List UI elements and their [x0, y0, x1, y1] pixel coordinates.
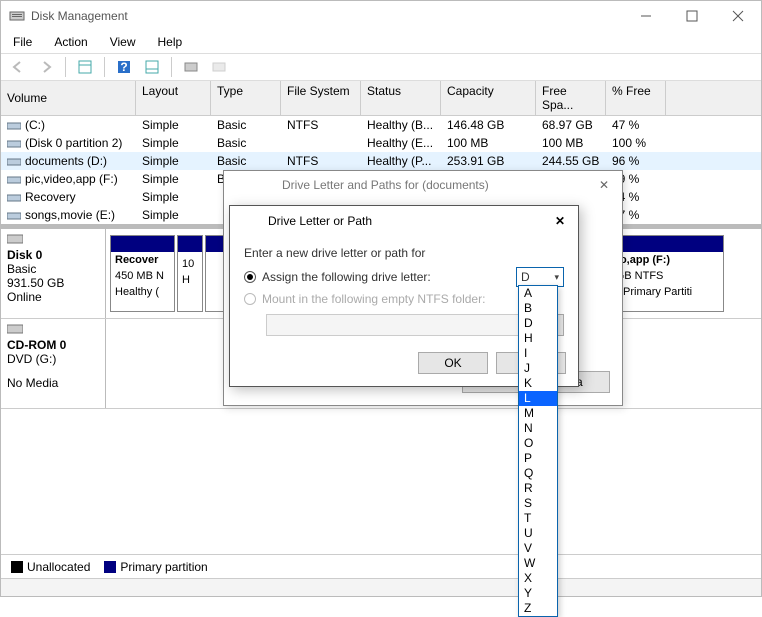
drive-icon — [7, 120, 21, 130]
drive-letter-option[interactable]: P — [519, 451, 557, 466]
drive-letter-option[interactable]: L — [519, 391, 557, 406]
menu-bar: File Action View Help — [1, 31, 761, 53]
svg-text:?: ? — [120, 60, 127, 74]
drive-icon — [7, 174, 21, 184]
dialog2-close-icon[interactable]: ✕ — [550, 211, 570, 231]
drive-letter-option[interactable]: W — [519, 556, 557, 571]
col-volume[interactable]: Volume — [1, 81, 136, 115]
disk-header[interactable]: CD-ROM 0DVD (G:)No Media — [1, 319, 106, 408]
legend-primary: Primary partition — [104, 560, 207, 574]
menu-help[interactable]: Help — [154, 34, 187, 50]
drive-letter-option[interactable]: X — [519, 571, 557, 586]
forward-button[interactable] — [35, 56, 57, 78]
col-free[interactable]: Free Spa... — [536, 81, 606, 115]
partition[interactable]: 10H — [177, 235, 203, 312]
drive-letter-option[interactable]: Q — [519, 466, 557, 481]
radio-assign-icon — [244, 271, 256, 283]
drive-letter-option[interactable]: H — [519, 331, 557, 346]
volume-row[interactable]: (C:)SimpleBasicNTFSHealthy (B...146.48 G… — [1, 116, 761, 134]
volume-row[interactable]: (Disk 0 partition 2)SimpleBasicHealthy (… — [1, 134, 761, 152]
settings-icon[interactable] — [180, 56, 202, 78]
drive-letter-option[interactable]: O — [519, 436, 557, 451]
close-button[interactable] — [715, 1, 761, 31]
drive-letter-option[interactable]: D — [519, 316, 557, 331]
drive-letter-option[interactable]: M — [519, 406, 557, 421]
drive-letter-option[interactable]: T — [519, 511, 557, 526]
status-bar — [1, 578, 761, 596]
drive-letter-option[interactable]: Y — [519, 586, 557, 601]
drive-icon — [7, 210, 21, 220]
volume-header: Volume Layout Type File System Status Ca… — [1, 81, 761, 116]
drive-letter-option[interactable]: B — [519, 301, 557, 316]
back-button[interactable] — [7, 56, 29, 78]
drive-letter-option[interactable]: V — [519, 541, 557, 556]
drive-letter-option[interactable]: Z — [519, 601, 557, 616]
legend: Unallocated Primary partition — [1, 554, 761, 578]
col-filesystem[interactable]: File System — [281, 81, 361, 115]
drive-letter-option[interactable]: I — [519, 346, 557, 361]
chevron-down-icon: ▾ — [554, 272, 559, 283]
col-type[interactable]: Type — [211, 81, 281, 115]
help-icon[interactable]: ? — [113, 56, 135, 78]
drive-icon — [7, 138, 21, 148]
volume-row[interactable]: documents (D:)SimpleBasicNTFSHealthy (P.… — [1, 152, 761, 170]
disk-header[interactable]: Disk 0Basic931.50 GBOnline — [1, 229, 106, 318]
mount-folder-input — [266, 314, 519, 336]
drive-letter-option[interactable]: U — [519, 526, 557, 541]
dialog1-title: Drive Letter and Paths for (documents) ✕ — [224, 171, 622, 199]
drive-icon — [7, 156, 21, 166]
menu-file[interactable]: File — [9, 34, 36, 50]
minimize-button[interactable] — [623, 1, 669, 31]
toolbar: ? — [1, 53, 761, 81]
disk-icon — [7, 233, 23, 245]
drive-letter-dropdown[interactable]: ABDHIJKLMNOPQRSTUVWXYZ — [518, 285, 558, 617]
dialog2-ok-button[interactable]: OK — [418, 352, 488, 374]
radio-mount-icon — [244, 293, 256, 305]
partition[interactable]: Recover450 MB NHealthy ( — [110, 235, 175, 312]
drive-letter-option[interactable]: K — [519, 376, 557, 391]
view-bottom-icon[interactable] — [141, 56, 163, 78]
maximize-button[interactable] — [669, 1, 715, 31]
drive-letter-select[interactable]: D ▾ — [516, 267, 564, 287]
drive-letter-option[interactable]: A — [519, 286, 557, 301]
menu-action[interactable]: Action — [50, 34, 91, 50]
view-top-icon[interactable] — [74, 56, 96, 78]
mount-folder-option[interactable]: Mount in the following empty NTFS folder… — [244, 288, 564, 310]
drive-letter-option[interactable]: N — [519, 421, 557, 436]
drive-letter-option[interactable]: R — [519, 481, 557, 496]
col-status[interactable]: Status — [361, 81, 441, 115]
dialog2-title: Drive Letter or Path — [268, 214, 372, 228]
disk-icon — [7, 323, 23, 335]
col-layout[interactable]: Layout — [136, 81, 211, 115]
dialog2-titlebar: Drive Letter or Path ✕ — [230, 206, 578, 236]
disk-management-window: Disk Management File Action View Help ? … — [0, 0, 762, 597]
drive-icon — [7, 192, 21, 202]
col-pct[interactable]: % Free — [606, 81, 666, 115]
action-icon[interactable] — [208, 56, 230, 78]
drive-letter-option[interactable]: J — [519, 361, 557, 376]
menu-view[interactable]: View — [106, 34, 140, 50]
titlebar: Disk Management — [1, 1, 761, 31]
dialog2-prompt: Enter a new drive letter or path for — [244, 246, 564, 260]
drive-letter-option[interactable]: S — [519, 496, 557, 511]
dialog1-close-icon[interactable]: ✕ — [594, 175, 614, 195]
legend-unallocated: Unallocated — [11, 560, 90, 574]
window-title: Disk Management — [31, 9, 128, 23]
col-capacity[interactable]: Capacity — [441, 81, 536, 115]
disk-management-icon — [9, 8, 25, 24]
